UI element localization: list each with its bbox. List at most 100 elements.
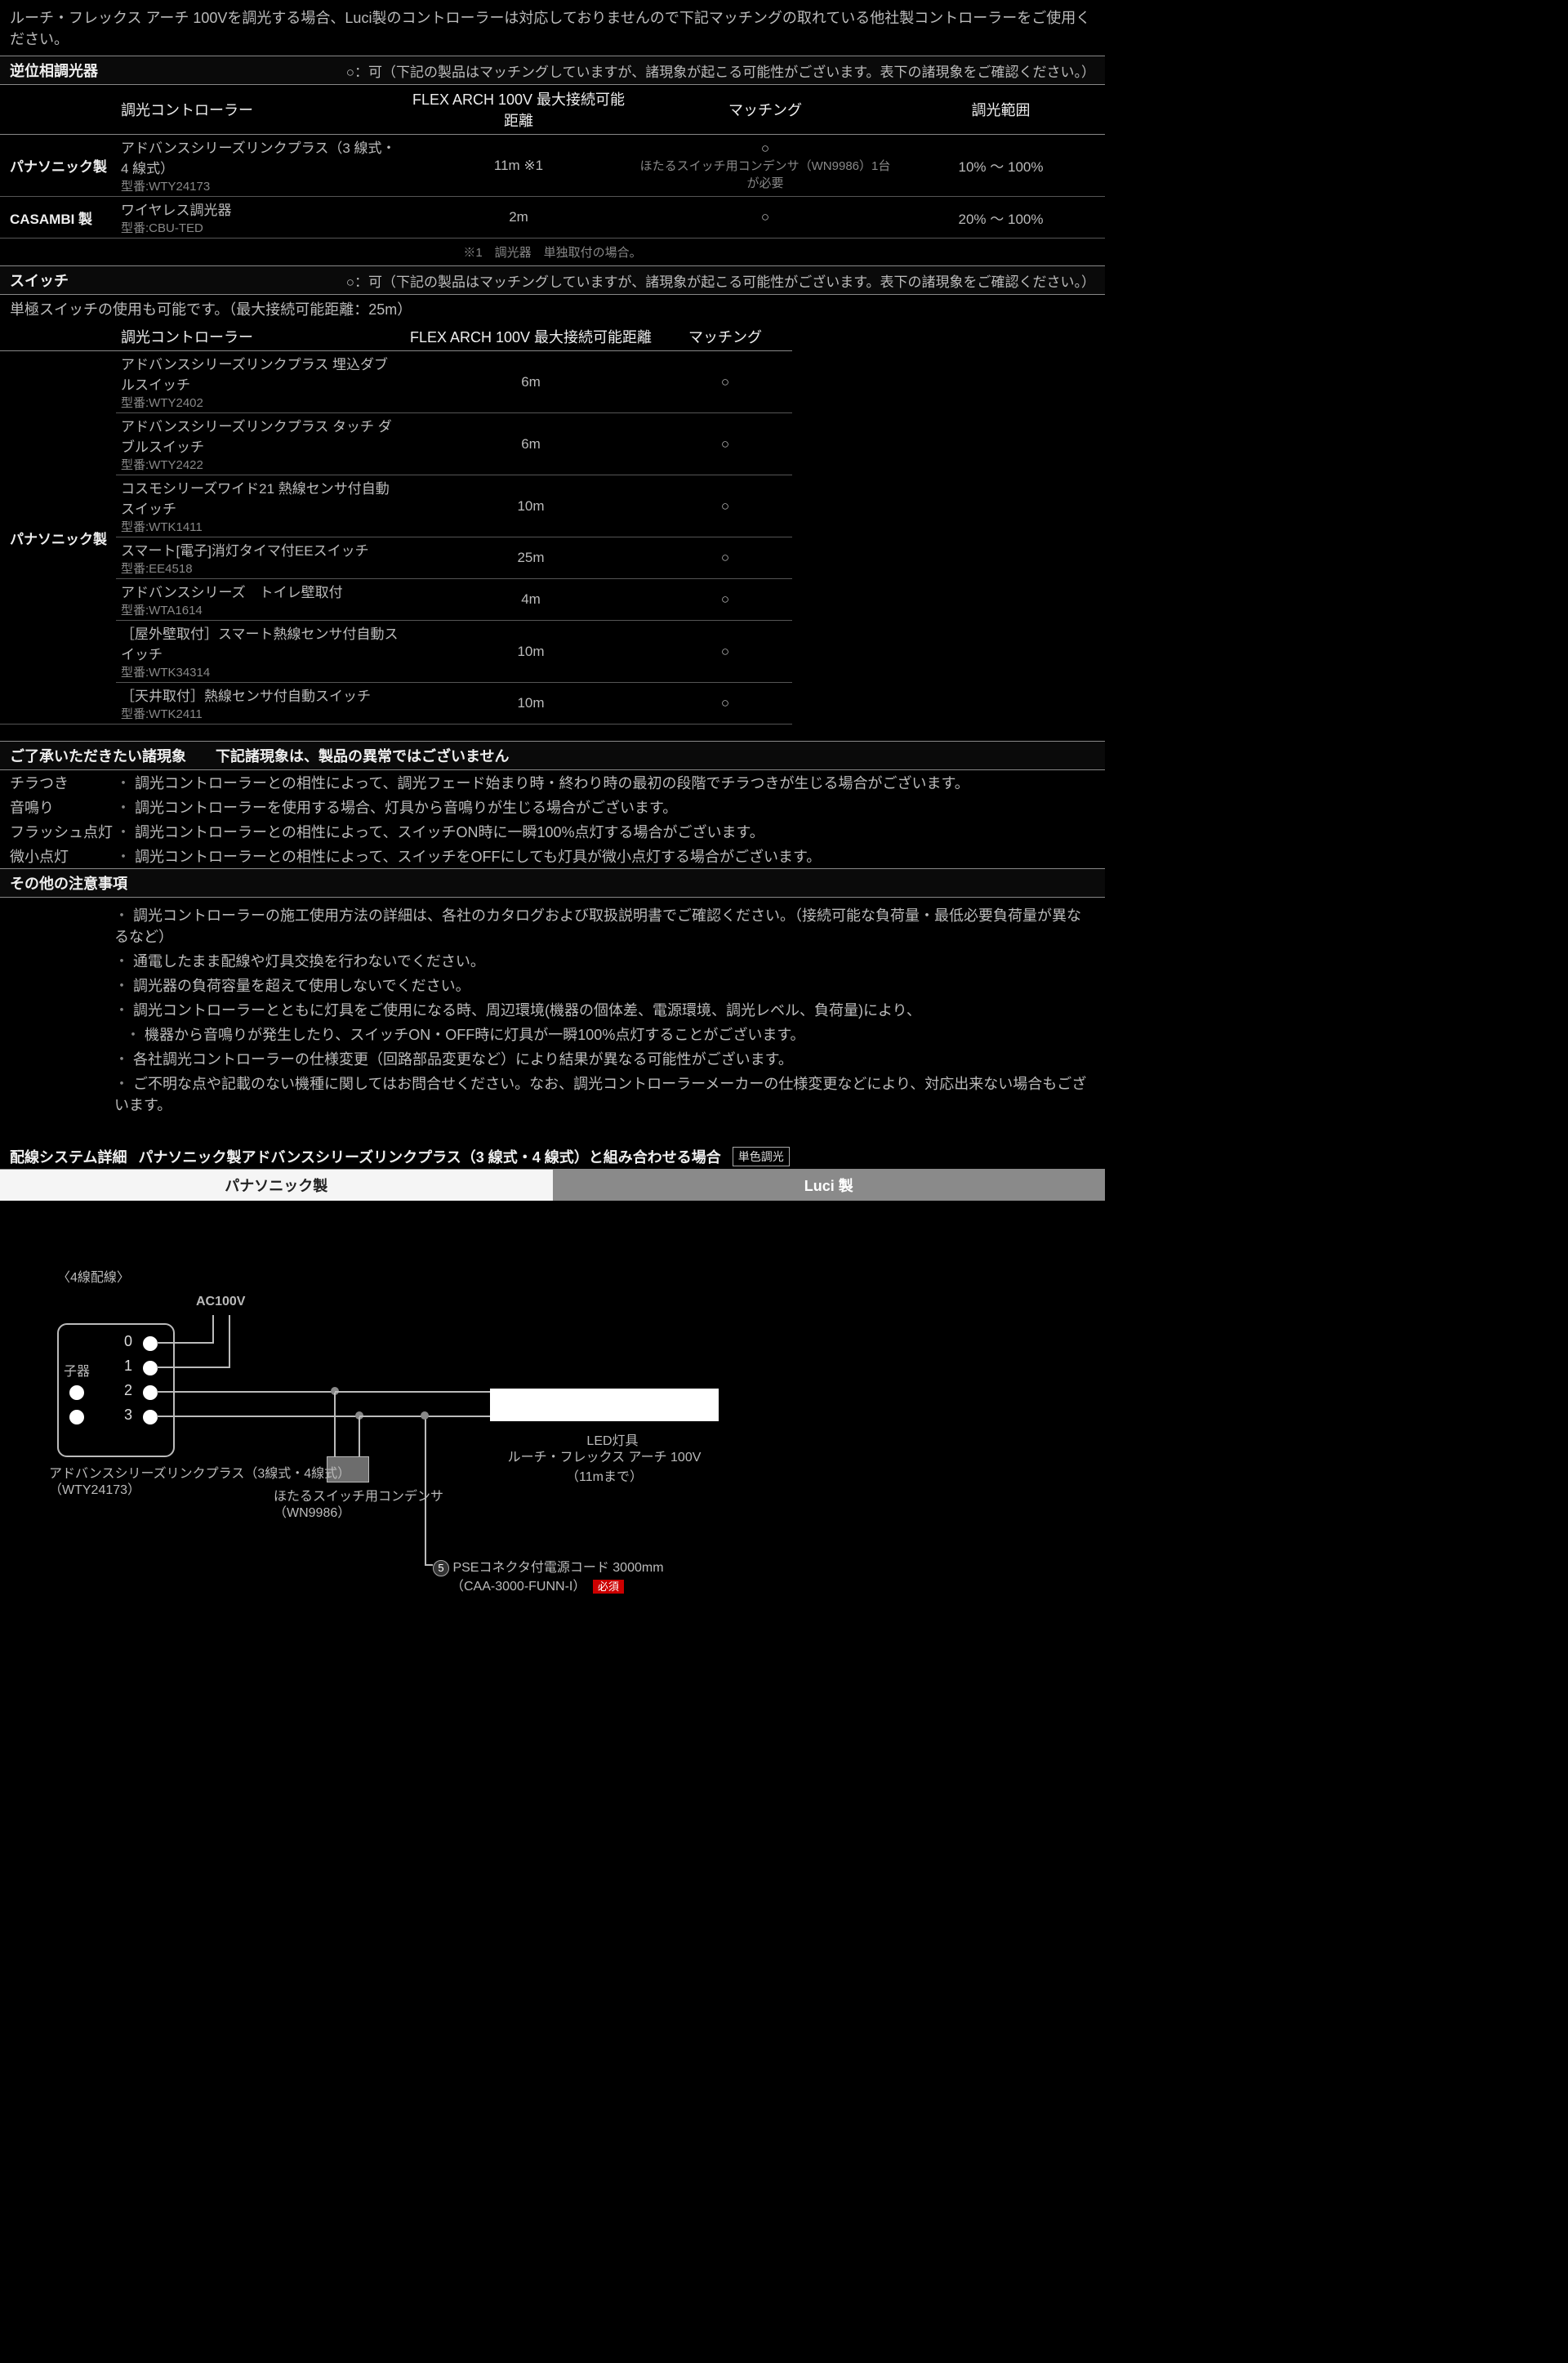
distance-cell: 6m xyxy=(403,413,658,475)
controller-model: 型番:WTK1411 xyxy=(121,518,399,535)
range-cell: 20% ～ 100% xyxy=(897,197,1105,239)
match-cell: ○ xyxy=(658,537,792,579)
wire-line xyxy=(157,1416,359,1417)
controller-model: 型番:WTY2422 xyxy=(121,456,399,473)
table-row: ［屋外壁取付］スマート熱線センサ付自動スイッチ型番:WTK34314 10m ○ xyxy=(0,621,792,683)
controller-model: 型番:WTA1614 xyxy=(121,601,399,618)
wire-line xyxy=(229,1315,230,1368)
maker-cell: CASAMBI 製 xyxy=(0,197,116,239)
led-name-label: ルーチ・フレックス アーチ 100V（11mまで） xyxy=(490,1446,719,1485)
wire-line xyxy=(157,1391,335,1393)
col-distance: FLEX ARCH 100V 最大接続可能距離 xyxy=(403,85,634,135)
terminal-num: 3 xyxy=(124,1407,132,1424)
wiring-title-a: 配線システム詳細 xyxy=(10,1146,127,1167)
col-matching: マッチング xyxy=(634,85,897,135)
condenser-model-label: （WN9986） xyxy=(274,1501,350,1521)
distance-cell: 11m ※1 xyxy=(403,135,634,197)
bullet: 調光器の負荷容量を超えて使用しないでください。 xyxy=(114,973,1095,997)
table-row: パナソニック製 アドバンスシリーズリンクプラス（3 線式・4 線式） 型番:WT… xyxy=(0,135,1105,197)
maker-cell: パナソニック製 xyxy=(0,135,116,197)
match-cell: ○ xyxy=(658,683,792,725)
wire-line xyxy=(212,1315,214,1344)
controller-name: ［屋外壁取付］スマート熱線センサ付自動スイッチ xyxy=(121,622,399,663)
match-cell: ○ xyxy=(639,140,892,157)
distance-cell: 6m xyxy=(403,351,658,413)
controller-name: アドバンスシリーズリンクプラス 埋込ダブルスイッチ xyxy=(121,353,399,394)
range-cell: 10% ～ 100% xyxy=(897,135,1105,197)
col-controller: 調光コントローラー xyxy=(116,85,403,135)
col-matching: マッチング xyxy=(658,323,792,351)
phen-text: 調光コントローラーを使用する場合、灯具から音鳴りが生じる場合がございます。 xyxy=(116,796,677,818)
wire-type-label: 〈4線配線〉 xyxy=(57,1266,130,1286)
controller-model: 型番:WTK34314 xyxy=(121,663,399,680)
phenomena-header: ご了承いただきたい諸現象 下記諸現象は、製品の異常ではございません xyxy=(0,741,1105,770)
panasonic-header: パナソニック製 xyxy=(0,1170,553,1201)
ac-label: AC100V xyxy=(196,1295,245,1309)
section-dimmer-note: ○：可（下記の製品はマッチングしていますが、諸現象が起こる可能性がございます。表… xyxy=(346,60,1095,81)
bullet: 通電したまま配線や灯具交換を行わないでください。 xyxy=(114,948,1095,973)
terminal-dot-icon xyxy=(69,1410,84,1424)
terminal-dot-icon xyxy=(143,1410,158,1424)
wire-line xyxy=(334,1393,336,1458)
distance-cell: 10m xyxy=(403,475,658,537)
wiring-split-header: パナソニック製 Luci 製 xyxy=(0,1170,1105,1201)
phen-label: チラつき xyxy=(10,772,116,793)
controller-name: アドバンスシリーズリンクプラス（3 線式・4 線式） xyxy=(121,136,399,177)
section-dimmer-title: 逆位相調光器 xyxy=(10,60,98,81)
bullet: ご不明な点や記載のない機種に関してはお問合せください。なお、調光コントローラーメ… xyxy=(114,1071,1095,1117)
wiring-diagram: 〈4線配線〉 AC100V 0 1 2 3 子器 アドバンスシリーズリンクプラス… xyxy=(0,1233,1105,1805)
other-notes-list: 調光コントローラーの施工使用方法の詳細は、各社のカタログおよび取扱説明書でご確認… xyxy=(0,898,1105,1136)
bullet: 機器から音鳴りが発生したり、スイッチON・OFF時に灯具が一瞬100%点灯するこ… xyxy=(126,1022,1095,1046)
controller-model: 型番:CBU-TED xyxy=(121,219,399,236)
section-dimmer-header: 逆位相調光器 ○：可（下記の製品はマッチングしていますが、諸現象が起こる可能性が… xyxy=(0,56,1105,85)
terminal-num: 2 xyxy=(124,1382,132,1399)
distance-cell: 10m xyxy=(403,683,658,725)
wire-line xyxy=(157,1342,214,1344)
phen-label: 微小点灯 xyxy=(10,845,116,867)
led-fixture-box xyxy=(490,1389,719,1421)
wiring-tag: 単色調光 xyxy=(733,1147,790,1166)
dimmer-table: 調光コントローラー FLEX ARCH 100V 最大接続可能距離 マッチング … xyxy=(0,85,1105,239)
switch-table: 調光コントローラー FLEX ARCH 100V 最大接続可能距離 マッチング … xyxy=(0,323,792,725)
wire-line xyxy=(425,1564,433,1566)
bullet: 調光コントローラーの施工使用方法の詳細は、各社のカタログおよび取扱説明書でご確認… xyxy=(114,903,1095,948)
wiring-title-b: パナソニック製アドバンスシリーズリンクプラス（3 線式・4 線式）と組み合わせる… xyxy=(138,1146,720,1167)
pse-label: 5 PSEコネクタ付電源コード 3000mm xyxy=(433,1556,664,1576)
other-notes-title: その他の注意事項 xyxy=(10,872,127,894)
pse-text: PSEコネクタ付電源コード 3000mm xyxy=(452,1561,663,1575)
distance-cell: 4m xyxy=(403,579,658,621)
phen-text: 調光コントローラーとの相性によって、スイッチをOFFにしても灯具が微小点灯する場… xyxy=(116,845,821,867)
luci-header: Luci 製 xyxy=(553,1170,1106,1201)
child-label: 子器 xyxy=(64,1360,90,1380)
other-notes-header: その他の注意事項 xyxy=(0,868,1105,898)
col-controller: 調光コントローラー xyxy=(116,323,403,351)
controller-model: 型番:EE4518 xyxy=(121,560,399,577)
terminal-num: 0 xyxy=(124,1333,132,1350)
phen-text: 調光コントローラーとの相性によって、スイッチON時に一瞬100%点灯する場合がご… xyxy=(116,821,764,842)
controller-name: ［天井取付］熱線センサ付自動スイッチ xyxy=(121,684,399,705)
terminal-dot-icon xyxy=(143,1336,158,1351)
match-cell: ○ xyxy=(658,413,792,475)
intro-text: ルーチ・フレックス アーチ 100Vを調光する場合、Luci製のコントローラーは… xyxy=(0,0,1105,56)
controller-model-label: （WTY24173） xyxy=(49,1478,140,1498)
match-cell: ○ xyxy=(658,475,792,537)
terminal-dot-icon xyxy=(143,1385,158,1400)
controller-model: 型番:WTK2411 xyxy=(121,705,399,722)
bullet: 調光コントローラーとともに灯具をご使用になる時、周辺環境(機器の個体差、電源環境… xyxy=(114,997,1095,1022)
col-distance: FLEX ARCH 100V 最大接続可能距離 xyxy=(403,323,658,351)
controller-name: アドバンスシリーズリンクプラス タッチ ダブルスイッチ xyxy=(121,415,399,456)
section-switch-header: スイッチ ○：可（下記の製品はマッチングしていますが、諸現象が起こる可能性がござ… xyxy=(0,265,1105,295)
distance-cell: 10m xyxy=(403,621,658,683)
wire-line xyxy=(157,1367,230,1368)
match-cell: ○ xyxy=(658,579,792,621)
controller-model: 型番:WTY2402 xyxy=(121,394,399,411)
maker-cell: パナソニック製 xyxy=(0,351,116,725)
wire-line xyxy=(359,1417,360,1458)
table-row: コスモシリーズワイド21 熱線センサ付自動スイッチ型番:WTK1411 10m … xyxy=(0,475,792,537)
pse-model: （CAA-3000-FUNN-I） xyxy=(451,1580,586,1594)
phenomena-title: ご了承いただきたい諸現象 下記諸現象は、製品の異常ではございません xyxy=(10,745,509,766)
phen-text: 調光コントローラーとの相性によって、調光フェード始まり時・終わり時の最初の段階で… xyxy=(116,772,969,793)
badge-number-icon: 5 xyxy=(433,1560,449,1576)
controller-name: アドバンスシリーズ トイレ壁取付 xyxy=(121,581,399,601)
match-cell: ○ xyxy=(634,197,897,239)
